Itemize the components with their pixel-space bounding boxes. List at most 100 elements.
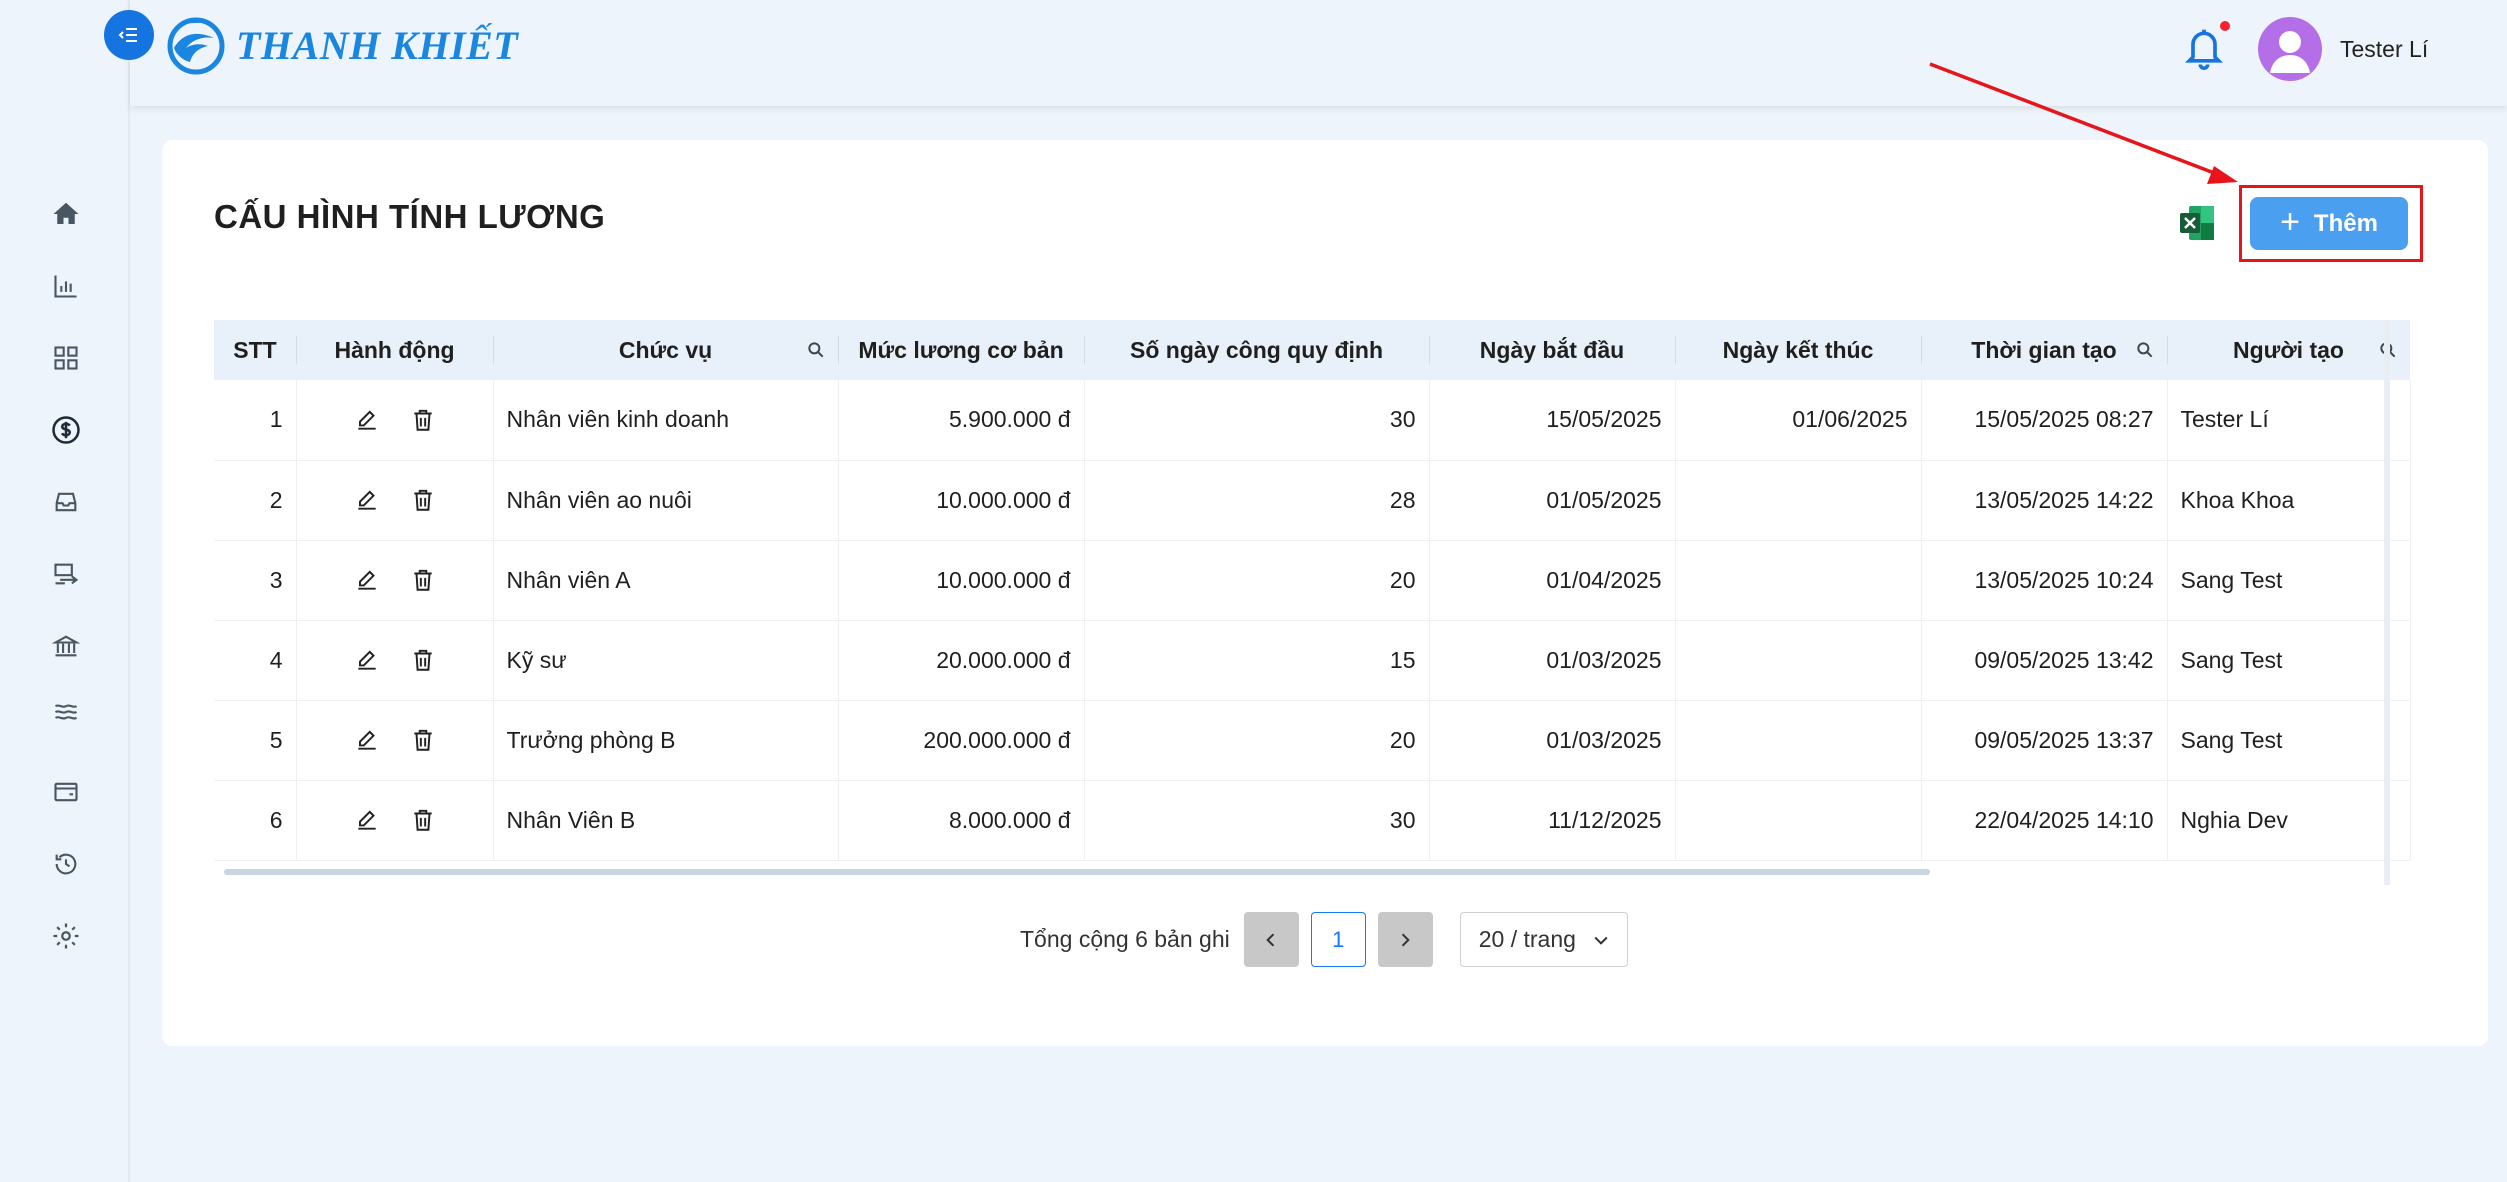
table-row[interactable]: 4 Kỹ sư 20.000.000 đ 15 01/03/2025 09/05/2025… bbox=[214, 620, 2411, 701]
cell-position: Nhân viên A bbox=[493, 540, 839, 621]
sidebar-item-inbox[interactable] bbox=[48, 484, 84, 520]
cell-start-date: 01/03/2025 bbox=[1429, 620, 1676, 701]
cell-created-time: 15/05/2025 08:27 bbox=[1921, 380, 2168, 461]
cell-created-time: 13/05/2025 10:24 bbox=[1921, 540, 2168, 621]
sidebar-item-salary[interactable] bbox=[48, 412, 84, 448]
sidebar-item-pond[interactable] bbox=[48, 694, 84, 730]
cell-position: Kỹ sư bbox=[493, 620, 839, 701]
cell-end-date bbox=[1675, 460, 1922, 541]
delete-icon[interactable] bbox=[410, 407, 436, 433]
sidebar bbox=[0, 0, 130, 1182]
table-row[interactable]: 6 Nhân Viên B 8.000.000 đ 30 11/12/2025 22/04… bbox=[214, 780, 2411, 861]
sidebar-item-report[interactable] bbox=[48, 268, 84, 304]
search-icon[interactable] bbox=[2135, 340, 2155, 360]
main-card: CẤU HÌNH TÍNH LƯƠNG + Thêm STT Hành động… bbox=[162, 140, 2488, 1046]
cell-actions bbox=[296, 540, 494, 621]
waves-icon bbox=[54, 704, 78, 720]
cell-creator: Sang Test bbox=[2167, 700, 2411, 781]
history-icon bbox=[55, 853, 77, 875]
wallet-icon bbox=[54, 782, 78, 802]
inbox-icon bbox=[55, 492, 77, 512]
home-icon bbox=[53, 202, 79, 224]
column-header-created-time: Thời gian tạo bbox=[1921, 320, 2167, 380]
transfer-icon bbox=[54, 563, 79, 585]
column-header-stt: STT bbox=[214, 320, 296, 380]
cell-stt: 1 bbox=[214, 380, 297, 461]
column-header-base-salary: Mức lương cơ bản bbox=[838, 320, 1084, 380]
cell-actions bbox=[296, 700, 494, 781]
cell-position: Trưởng phòng B bbox=[493, 700, 839, 781]
search-icon[interactable] bbox=[806, 340, 826, 360]
dollar-icon bbox=[52, 416, 80, 444]
cell-work-days: 20 bbox=[1084, 700, 1430, 781]
cell-start-date: 01/05/2025 bbox=[1429, 460, 1676, 541]
sidebar-item-transfer[interactable] bbox=[48, 556, 84, 592]
cell-work-days: 30 bbox=[1084, 780, 1430, 861]
cell-creator: Sang Test bbox=[2167, 540, 2411, 621]
delete-icon[interactable] bbox=[410, 807, 436, 833]
edit-icon[interactable] bbox=[354, 647, 380, 673]
table-row[interactable]: 1 Nhân viên kinh doanh 5.900.000 đ 30 15/05/… bbox=[214, 380, 2411, 461]
edit-icon[interactable] bbox=[354, 567, 380, 593]
cell-start-date: 01/03/2025 bbox=[1429, 700, 1676, 781]
chevron-right-icon bbox=[1402, 932, 1410, 947]
sidebar-item-wallet[interactable] bbox=[48, 774, 84, 810]
cell-stt: 2 bbox=[214, 460, 297, 541]
page-number-current[interactable]: 1 bbox=[1310, 912, 1366, 967]
horizontal-scrollbar[interactable] bbox=[224, 869, 1930, 875]
edit-icon[interactable] bbox=[354, 487, 380, 513]
edit-icon[interactable] bbox=[354, 807, 380, 833]
chevron-left-icon bbox=[1266, 932, 1275, 947]
cell-end-date bbox=[1675, 620, 1922, 701]
table-row[interactable]: 5 Trưởng phòng B 200.000.000 đ 20 01/03/2025… bbox=[214, 700, 2411, 781]
cell-start-date: 15/05/2025 bbox=[1429, 380, 1676, 461]
column-header-creator: Người tạo bbox=[2167, 320, 2410, 380]
prev-page-button[interactable] bbox=[1243, 912, 1299, 967]
cell-base-salary: 20.000.000 đ bbox=[838, 620, 1085, 701]
avatar[interactable] bbox=[2258, 17, 2322, 81]
column-header-end-date: Ngày kết thúc bbox=[1675, 320, 1921, 380]
sidebar-item-dashboard[interactable] bbox=[48, 340, 84, 376]
delete-icon[interactable] bbox=[410, 567, 436, 593]
sidebar-item-settings[interactable] bbox=[48, 918, 84, 954]
user-icon bbox=[2270, 31, 2310, 73]
column-header-actions: Hành động bbox=[296, 320, 493, 380]
page-size-select[interactable]: 20 / trang bbox=[1459, 912, 1628, 967]
delete-icon[interactable] bbox=[410, 727, 436, 753]
cell-creator: Nghia Dev bbox=[2167, 780, 2411, 861]
sidebar-item-bank[interactable] bbox=[48, 628, 84, 664]
delete-icon[interactable] bbox=[410, 647, 436, 673]
vertical-scrollbar[interactable] bbox=[2384, 320, 2390, 885]
delete-icon[interactable] bbox=[410, 487, 436, 513]
cell-actions bbox=[296, 620, 494, 701]
cell-work-days: 30 bbox=[1084, 380, 1430, 461]
table-row[interactable]: 2 Nhân viên ao nuôi 10.000.000 đ 28 01/05/20… bbox=[214, 460, 2411, 541]
next-page-button[interactable] bbox=[1377, 912, 1433, 967]
sidebar-item-history[interactable] bbox=[48, 846, 84, 882]
cell-start-date: 11/12/2025 bbox=[1429, 780, 1676, 861]
edit-icon[interactable] bbox=[354, 727, 380, 753]
cell-position: Nhân Viên B bbox=[493, 780, 839, 861]
page-title: CẤU HÌNH TÍNH LƯƠNG bbox=[214, 198, 606, 235]
user-name[interactable]: Tester Lí bbox=[2340, 36, 2428, 63]
salary-config-table: STT Hành động Chức vụ Mức lương cơ bản S… bbox=[214, 320, 2436, 885]
excel-export-icon[interactable] bbox=[2177, 203, 2217, 243]
sidebar-toggle-button[interactable] bbox=[104, 10, 154, 60]
cell-base-salary: 8.000.000 đ bbox=[838, 780, 1085, 861]
cell-actions bbox=[296, 780, 494, 861]
cell-created-time: 09/05/2025 13:37 bbox=[1921, 700, 2168, 781]
cell-end-date: 01/06/2025 bbox=[1675, 380, 1922, 461]
brand-logo[interactable]: THANH KHIẾT bbox=[166, 14, 518, 76]
cell-created-time: 09/05/2025 13:42 bbox=[1921, 620, 2168, 701]
cell-end-date bbox=[1675, 700, 1922, 781]
cell-stt: 5 bbox=[214, 700, 297, 781]
cell-actions bbox=[296, 380, 494, 461]
cell-work-days: 15 bbox=[1084, 620, 1430, 701]
grid-icon bbox=[54, 346, 78, 370]
edit-icon[interactable] bbox=[354, 407, 380, 433]
menu-fold-icon bbox=[118, 28, 137, 42]
bell-icon[interactable] bbox=[2182, 24, 2226, 72]
table-row[interactable]: 3 Nhân viên A 10.000.000 đ 20 01/04/2025 13/0… bbox=[214, 540, 2411, 621]
cell-stt: 4 bbox=[214, 620, 297, 701]
sidebar-item-home[interactable] bbox=[48, 196, 84, 232]
